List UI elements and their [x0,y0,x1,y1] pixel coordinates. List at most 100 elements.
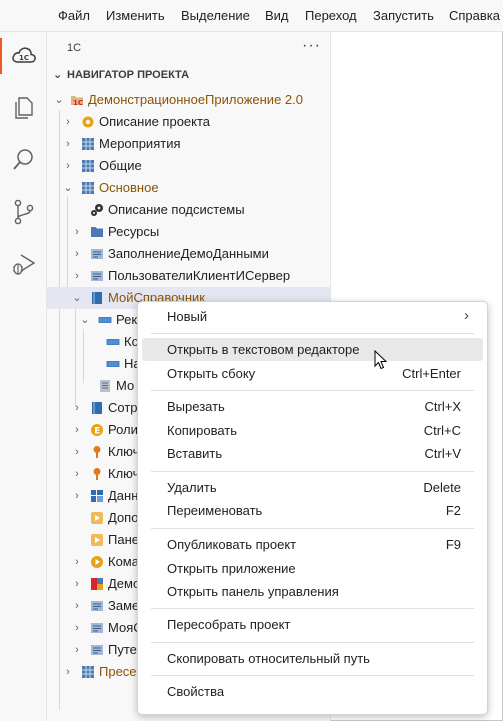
enum-icon: E [91,424,103,437]
chevron-right-icon: › [75,644,79,656]
dashboard-icon [91,578,103,590]
menu-edit[interactable]: Изменить [106,8,165,23]
menu-item-open-side[interactable]: Открыть сбоку Ctrl+Enter [142,362,483,385]
chevron-down-icon: ⌄ [72,292,82,304]
1c-logo-icon[interactable]: 1С [0,34,47,78]
menu-item-properties[interactable]: Свойства [142,680,483,703]
menu-item-shortcut: Ctrl+V [424,446,461,461]
menu-item-new[interactable]: Новый › [142,305,483,328]
chevron-right-icon: › [66,138,70,150]
run-debug-icon[interactable] [0,242,47,286]
register-icon [91,490,103,502]
menu-item-open-text-editor[interactable]: Открыть в текстовом редакторе [142,338,483,361]
menu-item-label: Копировать [167,423,237,438]
source-control-icon[interactable] [0,190,47,234]
chevron-right-icon: › [75,446,79,458]
chevron-right-icon: › [464,307,469,324]
menu-item-copy-relative-path[interactable]: Скопировать относительный путь [142,647,483,670]
tree-item[interactable]: ⌄ Основное [47,177,331,199]
menu-item-delete[interactable]: Удалить Delete [142,476,483,499]
tree-item[interactable]: › Описание проекта [47,111,331,133]
chevron-right-icon: › [66,116,70,128]
module-icon [91,271,103,281]
key-icon [93,446,101,458]
menu-go[interactable]: Переход [305,8,357,23]
tree-label: Допо [108,510,139,525]
form-icon [91,534,103,546]
tree-item[interactable]: › ЗаполнениеДемоДанными [47,243,331,265]
chevron-right-icon: › [75,226,79,238]
menu-file[interactable]: Файл [58,8,90,23]
menu-run[interactable]: Запустить [373,8,434,23]
tree-label: Ключ [108,444,140,459]
menu-item-rebuild-project[interactable]: Пересобрать проект [142,613,483,636]
attribute-icon [106,361,120,367]
menu-item-label: Удалить [167,480,217,495]
menu-separator [151,333,474,334]
menubar: Файл Изменить Выделение Вид Переход Запу… [0,0,503,32]
files-icon[interactable] [0,86,47,130]
key-icon [93,468,101,480]
tree-label: ЗаполнениеДемоДанными [108,246,269,261]
menu-item-label: Вырезать [167,399,225,414]
tree-label: Путе [108,642,137,657]
section-header-project-navigator[interactable]: ⌄ НАВИГАТОР ПРОЕКТА [53,68,189,81]
menu-item-publish-project[interactable]: Опубликовать проект F9 [142,533,483,556]
search-icon[interactable] [0,138,47,182]
chevron-right-icon: › [75,490,79,502]
module-icon [91,645,103,655]
project-1c-icon: 1С [71,96,83,107]
menu-help[interactable]: Справка [449,8,500,23]
attribute-icon [98,317,112,323]
chevron-right-icon: › [66,666,70,678]
tree-label: Описание подсистемы [108,202,245,217]
tree-label: Демо [108,576,141,591]
menu-separator [151,471,474,472]
subsystem-icon [82,138,94,150]
tree-label: Основное [99,180,159,195]
menu-view[interactable]: Вид [265,8,289,23]
subsystem-icon [82,160,94,172]
tree-item[interactable]: Описание подсистемы [47,199,331,221]
menu-item-label: Переименовать [167,503,263,518]
menu-separator [151,390,474,391]
menu-item-shortcut: F2 [445,503,461,518]
context-menu: Новый › Открыть в текстовом редакторе От… [137,301,488,715]
document-icon [100,380,110,392]
menu-item-shortcut: Ctrl+X [424,399,461,414]
menu-item-label: Скопировать относительный путь [167,651,370,666]
mouse-pointer-icon [374,350,388,370]
menu-item-open-control-panel[interactable]: Открыть панель управления [142,580,483,603]
chevron-right-icon: › [75,248,79,260]
sidebar-title: 1C [67,42,82,54]
chevron-right-icon: › [75,424,79,436]
more-actions-icon[interactable]: ··· [302,37,321,55]
menu-item-shortcut: Ctrl+Enter [402,366,461,381]
menu-separator [151,528,474,529]
chevron-right-icon: › [75,270,79,282]
tree-item[interactable]: › Ресурсы [47,221,331,243]
chevron-down-icon: ⌄ [80,314,90,326]
tree-item[interactable]: › Общие [47,155,331,177]
menu-item-shortcut: Ctrl+C [423,423,461,438]
tree-label: Данн [108,488,139,503]
tree-label: Ресурсы [108,224,160,239]
tree-label: Рек [116,312,138,327]
menu-item-open-app[interactable]: Открыть приложение [142,557,483,580]
tree-item[interactable]: › Мероприятия [47,133,331,155]
menu-item-cut[interactable]: Вырезать Ctrl+X [142,395,483,418]
menu-item-label: Пересобрать проект [167,617,291,632]
command-icon [91,556,103,568]
menu-selection[interactable]: Выделение [181,8,250,23]
tree-label: Сотр [108,400,138,415]
tree-label: Роли [108,422,138,437]
tree-label: Описание проекта [99,114,211,129]
module-icon [91,623,103,633]
menu-item-paste[interactable]: Вставить Ctrl+V [142,442,483,465]
tree-item[interactable]: › ПользователиКлиентИСервер [47,265,331,287]
chevron-right-icon: › [75,402,79,414]
menu-item-rename[interactable]: Переименовать F2 [142,499,483,522]
tree-item-project[interactable]: ⌄ 1С ДемонстрационноеПриложение 2.0 [47,89,331,111]
menu-item-copy[interactable]: Копировать Ctrl+C [142,419,483,442]
subsystem-icon [82,182,94,194]
